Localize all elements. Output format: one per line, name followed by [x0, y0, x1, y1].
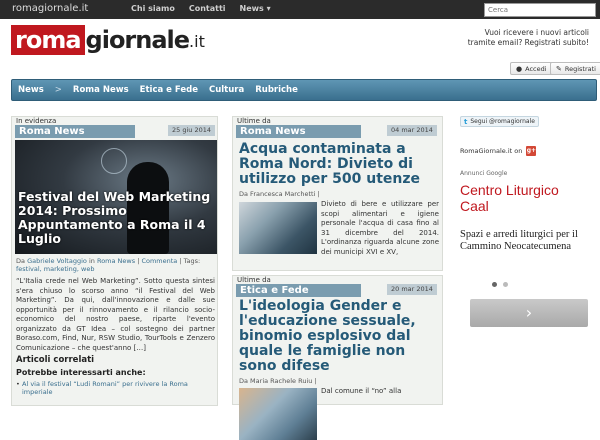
nav-rubriche[interactable]: Rubriche: [255, 85, 298, 95]
latest1-excerpt: Divieto di bere e utilizzare per scopi a…: [321, 200, 439, 256]
search-input[interactable]: [484, 3, 596, 17]
related-subheading: Potrebbe interessarti anche:: [16, 368, 146, 377]
main-nav: News > Roma News Etica e Fede Cultura Ru…: [11, 79, 597, 101]
featured-section[interactable]: Roma News: [15, 125, 135, 138]
user-icon: ●: [516, 64, 523, 73]
top-bar: romagiornale.it Chi siamo Contatti News …: [0, 0, 600, 19]
latest-roma-news-panel: Ultime da Roma News 04 mar 2014 Acqua co…: [232, 116, 443, 271]
tags-links[interactable]: festival, marketing, web: [16, 265, 95, 273]
featured-byline: Da Gabriele Voltaggio in Roma News | Com…: [16, 257, 201, 273]
latest1-byline: Da Francesca Marchetti |: [239, 190, 320, 198]
logo-it: .it: [189, 32, 205, 51]
top-nav: Chi siamo Contatti News ▾: [131, 4, 271, 13]
featured-image[interactable]: Festival del Web Marketing 2014: Prossim…: [15, 140, 217, 254]
latest2-thumbnail[interactable]: [239, 388, 317, 440]
category-link[interactable]: Roma News: [97, 257, 135, 265]
related-item[interactable]: Al via il festival “Ludi Romani” per riv…: [16, 380, 214, 396]
ad-dot[interactable]: [503, 282, 508, 287]
top-nav-chi-siamo[interactable]: Chi siamo: [131, 4, 175, 13]
latest1-thumbnail[interactable]: [239, 202, 317, 254]
ad-pagination: [492, 282, 508, 287]
featured-title[interactable]: Festival del Web Marketing 2014: Prossim…: [18, 190, 216, 246]
site-logo[interactable]: roma giornale .it: [11, 25, 205, 55]
nav-separator: >: [54, 85, 62, 95]
logo-giornale: giornale: [85, 26, 191, 54]
ad-title[interactable]: Centro Liturgico Caal: [460, 182, 590, 214]
top-nav-contatti[interactable]: Contatti: [189, 4, 226, 13]
author-link[interactable]: Gabriele Voltaggio: [27, 257, 87, 265]
latest-etica-panel: Ultime da Etica e Fede 20 mar 2014 L'ide…: [232, 275, 443, 440]
nav-cultura[interactable]: Cultura: [209, 85, 244, 95]
latest2-title[interactable]: L'ideologia Gender e l'educazione sessua…: [239, 299, 439, 374]
login-label: Accedi: [525, 64, 547, 73]
latest1-title[interactable]: Acqua contaminata a Roma Nord: Divieto d…: [239, 142, 439, 187]
latest2-byline: Da Maria Rachele Ruiu |: [239, 377, 317, 385]
latest2-date: 20 mar 2014: [387, 284, 437, 295]
nav-news[interactable]: News: [18, 85, 44, 95]
pencil-icon: ✎: [556, 64, 562, 73]
featured-excerpt: “L'Italia crede nel Web Marketing”. Sott…: [16, 277, 215, 352]
nav-etica-e-fede[interactable]: Etica e Fede: [140, 85, 198, 95]
related-heading: Articoli correlati: [16, 355, 95, 365]
logo-roma: roma: [11, 25, 85, 55]
latest2-kicker: Ultime da: [237, 276, 271, 284]
ad-description[interactable]: Spazi e arredi liturgici per il Cammino …: [460, 229, 590, 253]
twitter-label: Segui @romagiornale: [470, 118, 535, 125]
ad-label: Annunci Google: [460, 170, 508, 177]
gplus-label: RomaGiornale.it on: [460, 147, 523, 155]
register-button[interactable]: ✎ Registrati: [550, 62, 600, 75]
nav-roma-news[interactable]: Roma News: [73, 85, 129, 95]
comment-link[interactable]: Commenta: [141, 257, 177, 265]
ad-next-button[interactable]: ›: [470, 299, 588, 327]
register-label: Registrati: [564, 64, 596, 73]
featured-date: 25 giu 2014: [168, 125, 215, 136]
latest1-kicker: Ultime da: [237, 117, 271, 125]
latest1-section[interactable]: Roma News: [236, 125, 361, 138]
login-button[interactable]: ● Accedi: [510, 62, 553, 75]
latest1-date: 04 mar 2014: [387, 125, 437, 136]
subscribe-text[interactable]: Vuoi ricevere i nuovi articoli tramite e…: [459, 28, 589, 48]
featured-kicker: In evidenza: [16, 117, 57, 125]
featured-panel: In evidenza Roma News 25 giu 2014 Festiv…: [11, 116, 218, 406]
top-nav-news[interactable]: News ▾: [240, 4, 271, 13]
twitter-icon: t: [464, 117, 468, 126]
google-plus-icon: g+: [526, 146, 537, 156]
site-name-link[interactable]: romagiornale.it: [12, 3, 88, 14]
latest2-excerpt: Dal comune il “no” alla: [321, 387, 402, 395]
gplus-badge[interactable]: RomaGiornale.it on g+: [460, 146, 537, 156]
twitter-follow-button[interactable]: t Segui @romagiornale: [460, 116, 539, 127]
globe-graphic: [101, 148, 127, 174]
latest2-section[interactable]: Etica e Fede: [236, 284, 361, 297]
ad-dot-active[interactable]: [492, 282, 497, 287]
